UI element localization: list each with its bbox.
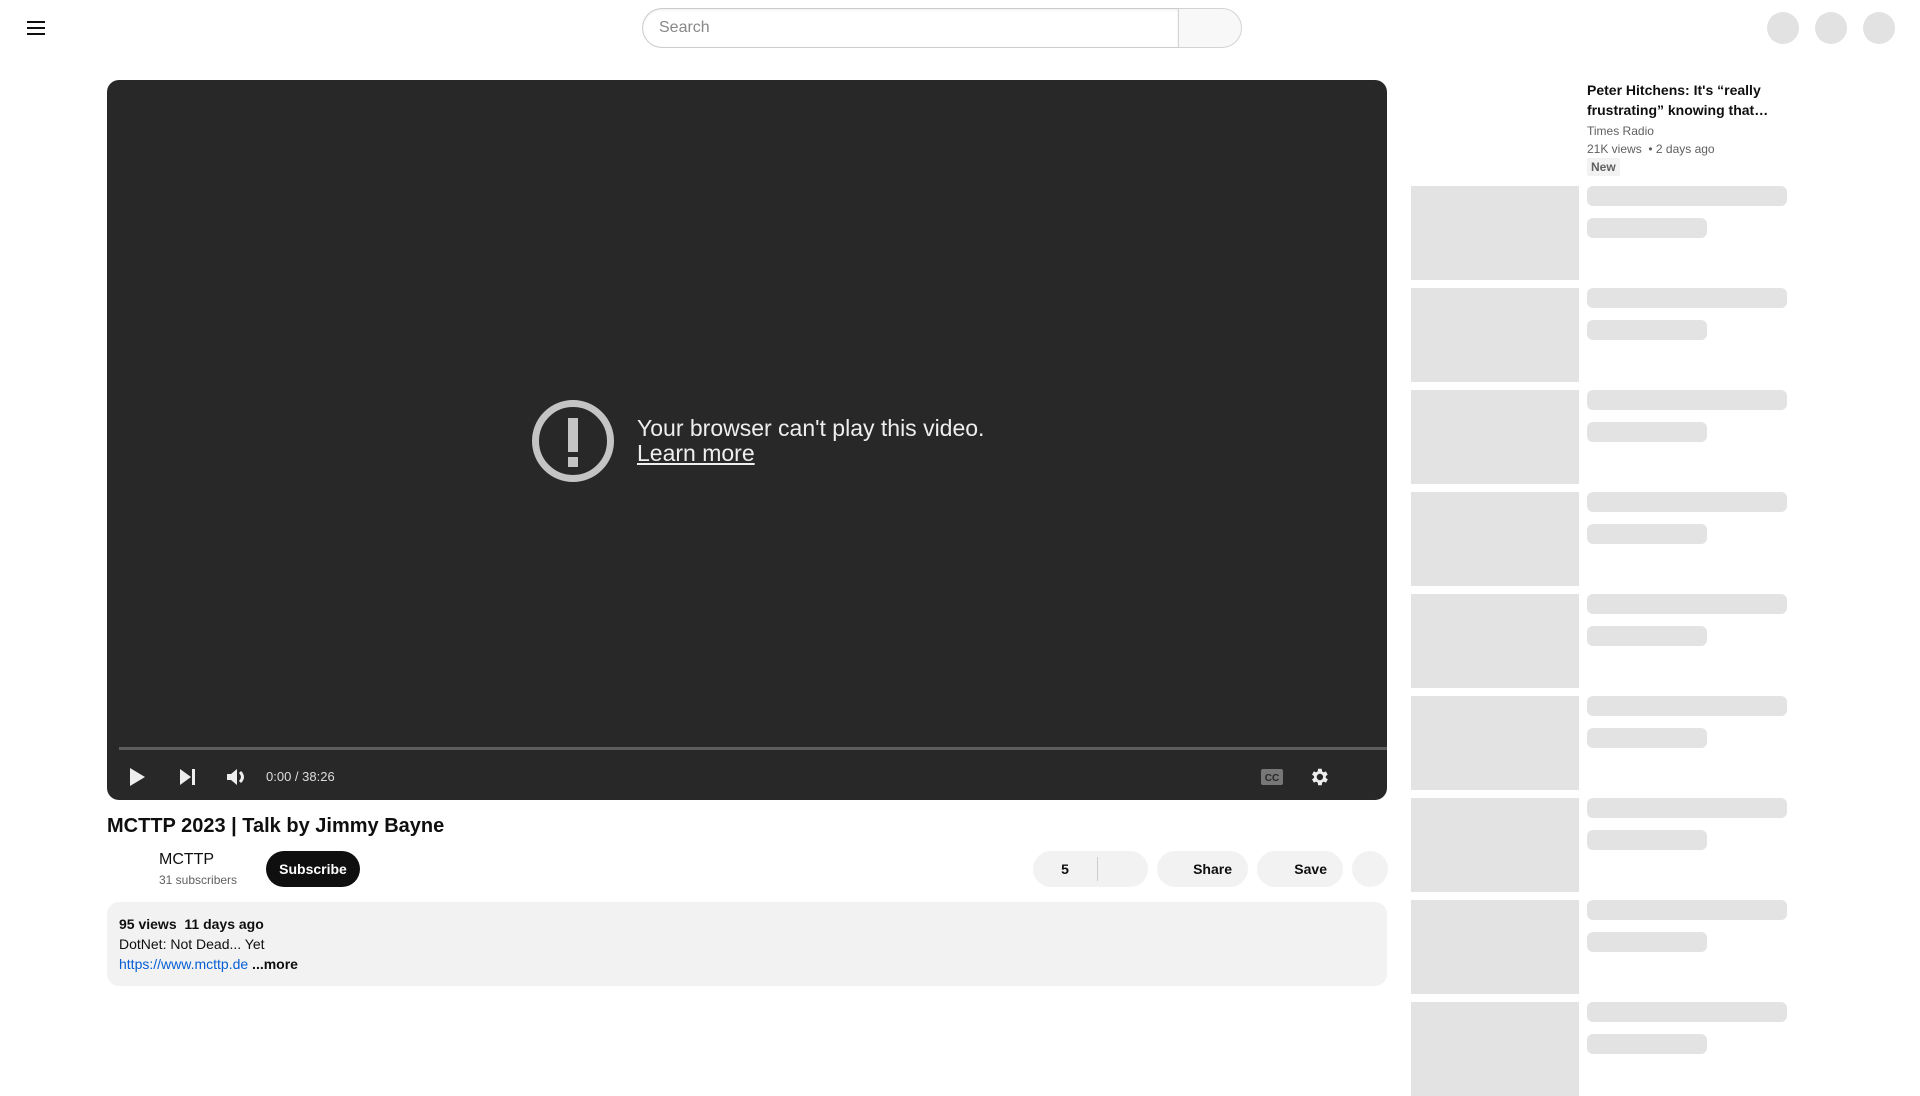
- captions-button[interactable]: CC: [1258, 763, 1286, 791]
- search-input[interactable]: [642, 8, 1178, 48]
- show-more-button[interactable]: ...more: [248, 956, 298, 972]
- channel-name[interactable]: MCTTP: [159, 849, 214, 871]
- share-button[interactable]: Share: [1157, 851, 1248, 887]
- new-badge: New: [1587, 158, 1620, 176]
- description-text: DotNet: Not Dead... Yet: [119, 936, 265, 952]
- skeleton-title: [1587, 186, 1787, 206]
- skeleton-title: [1587, 492, 1787, 512]
- recommendation-channel[interactable]: Times Radio: [1587, 122, 1787, 140]
- skeleton-meta: [1587, 932, 1707, 952]
- skeleton-meta: [1587, 626, 1707, 646]
- save-button[interactable]: Save: [1257, 851, 1343, 887]
- menu-icon[interactable]: [24, 16, 48, 40]
- recommendation-meta: 21K views • 2 days ago: [1587, 142, 1715, 156]
- next-button[interactable]: [174, 763, 202, 791]
- playback-error: Your browser can't play this video. Lear…: [532, 400, 984, 482]
- search-button[interactable]: [1178, 8, 1242, 48]
- settings-button[interactable]: [1305, 763, 1333, 791]
- skeleton-thumbnail: [1411, 1002, 1579, 1096]
- like-dislike-group[interactable]: 5: [1033, 851, 1148, 887]
- subscriber-count: 31 subscribers: [159, 873, 238, 887]
- skeleton-thumbnail: [1411, 288, 1579, 382]
- skeleton-thumbnail: [1411, 594, 1579, 688]
- skeleton-thumbnail: [1411, 696, 1579, 790]
- skeleton-meta: [1587, 728, 1707, 748]
- skeleton-meta: [1587, 830, 1707, 850]
- divider: [1097, 857, 1098, 881]
- channel-avatar[interactable]: [107, 850, 147, 890]
- recommendation-item[interactable]: Peter Hitchens: It's “really frustrating…: [1587, 80, 1787, 176]
- skeleton-title: [1587, 696, 1787, 716]
- more-actions-button[interactable]: [1352, 851, 1388, 887]
- captions-icon: CC: [1261, 769, 1283, 785]
- like-count[interactable]: 5: [1033, 861, 1097, 877]
- volume-icon: [227, 769, 244, 785]
- volume-button[interactable]: [223, 763, 251, 791]
- skeleton-title: [1587, 390, 1787, 410]
- notifications-icon[interactable]: [1815, 12, 1847, 44]
- account-avatar[interactable]: [1863, 12, 1895, 44]
- skeleton-title: [1587, 1002, 1787, 1022]
- skeleton-meta: [1587, 524, 1707, 544]
- svg-text:CC: CC: [1265, 773, 1279, 784]
- share-label: Share: [1193, 861, 1232, 877]
- skeleton-thumbnail: [1411, 900, 1579, 994]
- error-message: Your browser can't play this video.: [637, 415, 985, 441]
- search-bar: [642, 8, 1242, 48]
- skeleton-title: [1587, 594, 1787, 614]
- error-icon: [532, 400, 614, 482]
- video-title: MCTTP 2023 | Talk by Jimmy Bayne: [107, 815, 445, 837]
- skeleton-meta: [1587, 1034, 1707, 1054]
- skeleton-thumbnail: [1411, 186, 1579, 280]
- description-link[interactable]: https://www.mcttp.de: [119, 956, 248, 972]
- gear-icon: [1312, 768, 1328, 786]
- next-icon: [180, 769, 195, 785]
- time-display: 0:00 / 38:26: [266, 769, 335, 784]
- learn-more-link[interactable]: Learn more: [637, 441, 755, 466]
- progress-bar[interactable]: [119, 747, 1387, 750]
- skeleton-title: [1587, 798, 1787, 818]
- save-label: Save: [1294, 861, 1327, 877]
- skeleton-meta: [1587, 218, 1707, 238]
- skeleton-meta: [1587, 422, 1707, 442]
- play-icon: [130, 768, 145, 786]
- subscribe-button[interactable]: Subscribe: [266, 851, 360, 887]
- video-player[interactable]: Your browser can't play this video. Lear…: [107, 80, 1387, 800]
- create-icon[interactable]: [1767, 12, 1799, 44]
- skeleton-title: [1587, 900, 1787, 920]
- skeleton-meta: [1587, 320, 1707, 340]
- description-box[interactable]: 95 views 11 days ago DotNet: Not Dead...…: [107, 902, 1387, 986]
- view-count-date: 95 views 11 days ago: [119, 916, 264, 932]
- skeleton-thumbnail: [1411, 390, 1579, 484]
- recommendation-thumbnail[interactable]: [1411, 80, 1579, 174]
- skeleton-thumbnail: [1411, 492, 1579, 586]
- recommendation-title[interactable]: Peter Hitchens: It's “really frustrating…: [1587, 80, 1787, 120]
- play-button[interactable]: [123, 763, 151, 791]
- skeleton-thumbnail: [1411, 798, 1579, 892]
- skeleton-title: [1587, 288, 1787, 308]
